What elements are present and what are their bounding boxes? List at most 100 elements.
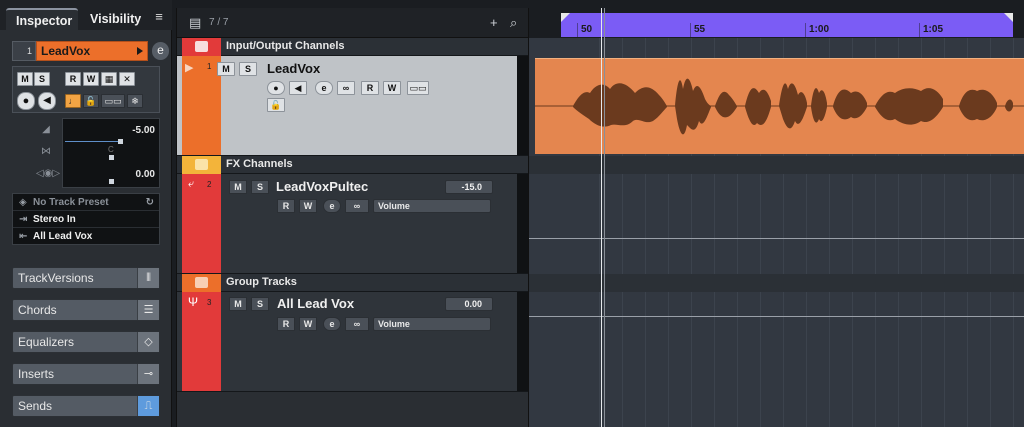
read-automation-button[interactable]: R (65, 72, 81, 86)
folder-name: FX Channels (226, 158, 293, 170)
input-routing-label: Stereo In (33, 214, 76, 225)
edit-channel-icon[interactable]: e (152, 42, 169, 60)
mute-button[interactable]: M (217, 62, 235, 76)
automation-parameter-select[interactable]: Volume (373, 199, 491, 213)
freeze-icon[interactable]: ❄ (127, 94, 143, 108)
cycle-marker[interactable]: 50 55 1:00 1:05 (561, 13, 1013, 37)
mute-button[interactable]: M (229, 180, 247, 194)
search-icon[interactable]: ⌕ (510, 15, 517, 31)
preset-icon: ◈ (19, 197, 27, 208)
write-automation-button[interactable]: W (299, 317, 317, 331)
ruler-label: 55 (694, 24, 706, 35)
folder-name: Input/Output Channels (226, 40, 345, 52)
delay-icon: ◁◉▷ (36, 168, 61, 179)
section-label: TrackVersions (18, 271, 94, 285)
lanes-icon[interactable]: ▭▭ (407, 81, 429, 95)
read-automation-button[interactable]: R (361, 81, 379, 95)
output-routing-label: All Lead Vox (33, 231, 93, 242)
track-preset-row[interactable]: ◈ No Track Preset ↻ (13, 194, 159, 211)
add-track-icon[interactable]: + (490, 15, 498, 30)
link-icon[interactable]: ∞ (345, 199, 369, 213)
time-base-icon[interactable]: ♩ (65, 94, 81, 108)
volume-value[interactable]: 0.00 (445, 297, 493, 311)
lock-icon[interactable]: 🔓 (267, 98, 285, 112)
folder-fx-channels[interactable]: FX Channels (177, 156, 529, 174)
equalizer-icon[interactable]: ◇ (137, 332, 159, 352)
project-cursor[interactable] (601, 8, 602, 427)
monitor-icon[interactable]: ◀ (38, 92, 56, 110)
link-icon[interactable]: ∞ (345, 317, 369, 331)
ruler-label: 1:05 (923, 24, 944, 35)
folder-icon (195, 277, 208, 288)
track-name[interactable]: LeadVoxPultec (276, 179, 368, 194)
section-inserts[interactable]: Inserts ⊸ (12, 363, 160, 385)
delay-handle[interactable] (109, 179, 114, 184)
inspector-menu-icon[interactable]: ≡ (152, 10, 166, 24)
ruler-tick (577, 23, 578, 37)
delay-value[interactable]: 0.00 (136, 169, 155, 180)
trackversions-icon[interactable]: ⫴ (137, 268, 159, 288)
track-leadvoxpultec[interactable]: ⤶ 2 M S LeadVoxPultec -15.0 R W e ∞ Volu… (177, 174, 529, 274)
lock-icon[interactable]: 🔓 (83, 94, 99, 108)
tab-visibility[interactable]: Visibility (90, 8, 141, 30)
folder-group-tracks[interactable]: Group Tracks (177, 274, 529, 292)
write-automation-button[interactable]: W (299, 199, 317, 213)
tab-inspector[interactable]: Inspector (6, 8, 78, 30)
track-list-header: ▤ 7 / 7 + ⌕ (177, 8, 529, 38)
automation-parameter-select[interactable]: Volume (373, 317, 491, 331)
track-name[interactable]: All Lead Vox (277, 296, 354, 311)
write-automation-button[interactable]: W (383, 81, 401, 95)
edit-channel-icon[interactable]: e (323, 199, 341, 213)
volume-value[interactable]: -15.0 (445, 180, 493, 194)
audio-event[interactable] (535, 58, 1024, 154)
inspector-track-name[interactable]: LeadVox (36, 41, 148, 61)
section-trackversions[interactable]: TrackVersions ⫴ (12, 267, 160, 289)
ruler-label: 50 (581, 24, 593, 35)
solo-button[interactable]: S (239, 62, 257, 76)
volume-value[interactable]: -5.00 (132, 125, 155, 136)
track-color-strip: ⤶ 2 (182, 174, 221, 273)
mute-button[interactable]: M (17, 72, 33, 86)
chords-icon[interactable]: ☰ (137, 300, 159, 320)
solo-button[interactable]: S (251, 297, 269, 311)
monitor-icon[interactable]: ◀ (289, 81, 307, 95)
cycle-left-handle[interactable] (561, 13, 570, 22)
inserts-icon[interactable]: ⊸ (137, 364, 159, 384)
input-routing-row[interactable]: ⇥ Stereo In (13, 211, 159, 228)
record-enable-icon[interactable]: ● (267, 81, 285, 95)
read-automation-button[interactable]: R (277, 317, 295, 331)
sends-icon[interactable]: ⎍ (137, 396, 159, 416)
mute-button[interactable]: M (229, 297, 247, 311)
inspector-tab-bar: Inspector Visibility ≡ (0, 0, 172, 30)
lanes-icon[interactable]: ▭▭ (101, 94, 125, 108)
cycle-right-handle[interactable] (1004, 13, 1013, 22)
track-all-lead-vox[interactable]: Ψ 3 M S All Lead Vox 0.00 R W e ∞ Volume (177, 292, 529, 392)
bypass-icon[interactable]: ✕ (119, 72, 135, 86)
write-automation-button[interactable]: W (83, 72, 99, 86)
inspector-track-header: 1 LeadVox e (12, 41, 169, 61)
pan-handle[interactable] (109, 155, 114, 160)
channel-settings-icon[interactable]: ▦ (101, 72, 117, 86)
volume-fader-handle[interactable] (118, 139, 123, 144)
reset-icon[interactable]: ↻ (146, 194, 154, 211)
section-equalizers[interactable]: Equalizers ◇ (12, 331, 160, 353)
solo-button[interactable]: S (251, 180, 269, 194)
edit-channel-icon[interactable]: e (315, 81, 333, 95)
folder-icon (195, 41, 208, 52)
solo-button[interactable]: S (34, 72, 50, 86)
inspector-track-number: 1 (12, 41, 36, 61)
read-automation-button[interactable]: R (277, 199, 295, 213)
edit-channel-icon[interactable]: e (323, 317, 341, 331)
fader-display[interactable]: -5.00 C 0.00 (62, 118, 160, 188)
track-name[interactable]: LeadVox (267, 61, 320, 76)
link-icon[interactable]: ∞ (337, 81, 355, 95)
track-list-view-icon[interactable]: ▤ (189, 15, 201, 31)
folder-track-io[interactable]: Input/Output Channels (177, 38, 529, 56)
section-chords[interactable]: Chords ☰ (12, 299, 160, 321)
output-icon: ⇤ (19, 231, 28, 242)
section-sends[interactable]: Sends ⎍ (12, 395, 160, 417)
folder-color-strip (182, 156, 221, 174)
track-leadvox[interactable]: ▶ 1 M S LeadVox ● ◀ e ∞ R W ▭▭ 🔓 (177, 56, 529, 156)
output-routing-row[interactable]: ⇤ All Lead Vox (13, 228, 159, 245)
record-enable-icon[interactable]: ● (17, 92, 35, 110)
